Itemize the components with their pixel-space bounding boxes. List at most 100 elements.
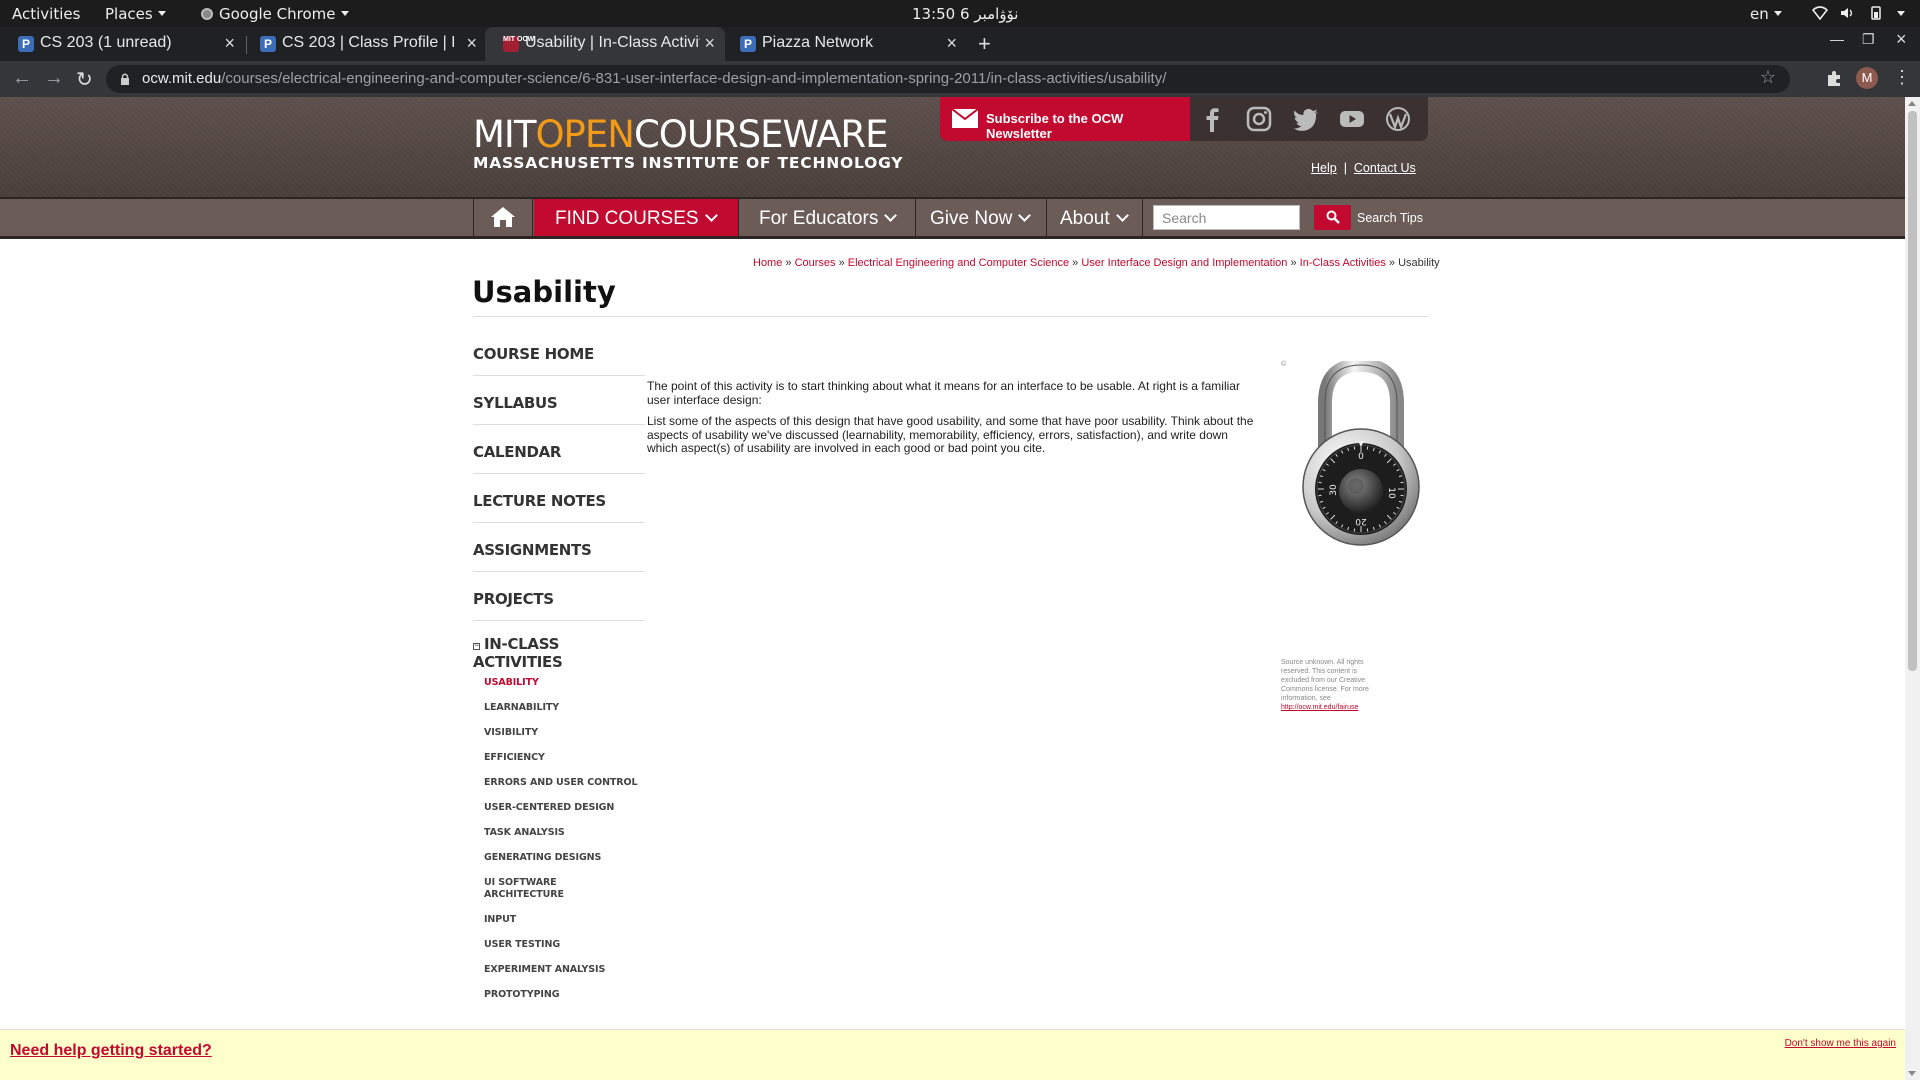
contact-us-link[interactable]: Contact Us [1354, 161, 1416, 175]
forward-icon[interactable]: → [44, 67, 64, 90]
restore-icon[interactable]: ❐ [1862, 31, 1875, 48]
battery-icon[interactable] [1868, 6, 1884, 20]
dial-number-30: 30 [1329, 484, 1339, 496]
back-icon[interactable]: ← [12, 67, 32, 90]
subnav-item-user-testing[interactable]: USER TESTING [484, 939, 645, 951]
sidebar-item-lecture-notes[interactable]: LECTURE NOTES [473, 474, 645, 523]
browser-tab[interactable]: P Piazza Network × [722, 27, 967, 61]
breadcrumb-current: Usability [1398, 257, 1440, 269]
close-tab-icon[interactable]: × [466, 33, 477, 54]
breadcrumb-course[interactable]: User Interface Design and Implementation [1081, 257, 1287, 269]
places-menu[interactable]: Places [105, 5, 166, 23]
newsletter-button[interactable]: Subscribe to the OCW Newsletter [940, 97, 1190, 141]
subnav-item-generating-designs[interactable]: GENERATING DESIGNS [484, 852, 645, 864]
sidebar-item-syllabus[interactable]: SYLLABUS [473, 376, 645, 425]
reload-icon[interactable]: ↻ [76, 67, 93, 92]
subnav-item-ui-software-architecture[interactable]: UI SOFTWARE ARCHITECTURE [484, 877, 564, 901]
breadcrumb-section[interactable]: In-Class Activities [1300, 257, 1386, 269]
breadcrumb-home[interactable]: Home [753, 257, 782, 269]
bookmark-star-icon[interactable]: ☆ [1760, 67, 1776, 88]
youtube-icon[interactable] [1338, 105, 1366, 133]
new-tab-icon[interactable]: + [978, 31, 991, 57]
subnav-item-user-centered-design[interactable]: USER-CENTERED DESIGN [484, 802, 645, 814]
app-menu-label: Google Chrome [219, 5, 336, 23]
scrollbar-thumb[interactable] [1908, 111, 1917, 671]
course-sidebar: COURSE HOME SYLLABUS CALENDAR LECTURE NO… [473, 327, 645, 1014]
volume-icon[interactable] [1840, 6, 1856, 20]
collapse-icon[interactable]: − [473, 643, 480, 650]
sidebar-item-assignments[interactable]: ASSIGNMENTS [473, 523, 645, 572]
twitter-icon[interactable] [1292, 105, 1320, 133]
activities-button[interactable]: Activities [12, 5, 80, 23]
language-indicator[interactable]: en [1750, 5, 1782, 23]
search-tips-link[interactable]: Search Tips [1357, 211, 1423, 225]
help-link[interactable]: Help [1311, 161, 1337, 175]
kebab-menu-icon[interactable]: ⋮ [1893, 67, 1911, 88]
address-bar[interactable]: ocw.mit.edu/courses/electrical-engineeri… [106, 65, 1790, 93]
sidebar-section-label: IN-CLASS ACTIVITIES [473, 635, 563, 671]
search-button[interactable] [1314, 205, 1351, 230]
dial-number-0: 0 [1358, 452, 1364, 462]
piazza-favicon-icon: P [260, 36, 276, 52]
subnav-item-errors[interactable]: ERRORS AND USER CONTROL [484, 777, 645, 789]
need-help-link[interactable]: Need help getting started? [10, 1042, 212, 1060]
breadcrumb-courses[interactable]: Courses [795, 257, 836, 269]
sidebar-item-projects[interactable]: PROJECTS [473, 572, 645, 621]
nav-home-button[interactable] [473, 199, 533, 236]
facebook-icon[interactable] [1198, 105, 1226, 133]
extensions-puzzle-icon[interactable] [1824, 68, 1844, 88]
subnav-item-visibility[interactable]: VISIBILITY [484, 727, 645, 739]
subnav-item-learnability[interactable]: LEARNABILITY [484, 702, 645, 714]
close-tab-icon[interactable]: × [704, 33, 715, 54]
page-scrollbar[interactable] [1905, 97, 1920, 1080]
subnav-item-efficiency[interactable]: EFFICIENCY [484, 752, 645, 764]
subnav-item-task-analysis[interactable]: TASK ANALYSIS [484, 827, 645, 839]
lock-icon[interactable] [120, 73, 130, 85]
minimize-icon[interactable]: — [1830, 31, 1844, 47]
breadcrumb-dept[interactable]: Electrical Engineering and Computer Scie… [848, 257, 1069, 269]
subnav-item-prototyping[interactable]: PROTOTYPING [484, 989, 645, 1001]
fairuse-link[interactable]: http://ocw.mit.edu/fairuse [1281, 704, 1358, 711]
logo-mit: MIT [473, 113, 536, 156]
browser-tab-active[interactable]: MIT OCW Usability | In-Class Activit × [485, 27, 725, 61]
system-top-bar: Activities Places Google Chrome 13:50 6 … [0, 0, 1920, 27]
wordpress-icon[interactable] [1384, 105, 1412, 133]
subnav-item-usability[interactable]: USABILITY [484, 677, 645, 689]
instagram-icon[interactable] [1245, 105, 1273, 133]
sidebar-item-in-class-activities[interactable]: − IN-CLASS ACTIVITIES [473, 635, 645, 671]
ocw-header: MITOPENCOURSEWARE MASSACHUSETTS INSTITUT… [0, 97, 1905, 197]
close-tab-icon[interactable]: × [224, 33, 235, 54]
sidebar-item-calendar[interactable]: CALENDAR [473, 425, 645, 474]
chevron-down-icon [1018, 209, 1032, 222]
combination-padlock-image[interactable]: 0 10 20 30 [1301, 361, 1421, 546]
breadcrumb-separator: » [1069, 257, 1082, 269]
nav-find-courses[interactable]: FIND COURSES [534, 199, 739, 236]
logo-subtitle: MASSACHUSETTS INSTITUTE OF TECHNOLOGY [473, 154, 904, 172]
browser-tab[interactable]: P CS 203 | Class Profile | P × [242, 27, 487, 61]
clock[interactable]: 13:50 6 نۆۋامبر [912, 5, 1019, 23]
app-menu[interactable]: Google Chrome [201, 5, 349, 23]
subnav-item-experiment-analysis[interactable]: EXPERIMENT ANALYSIS [484, 964, 645, 976]
dismiss-help-link[interactable]: Don't show me this again [1785, 1038, 1896, 1049]
close-tab-icon[interactable]: × [946, 33, 957, 54]
wifi-icon[interactable] [1812, 6, 1828, 20]
sidebar-item-course-home[interactable]: COURSE HOME [473, 327, 645, 376]
link-separator: | [1343, 161, 1347, 175]
url-path: /courses/electrical-engineering-and-comp… [221, 70, 1167, 87]
nav-give-now[interactable]: Give Now [917, 199, 1047, 236]
profile-avatar[interactable]: M [1856, 67, 1878, 89]
nav-for-educators[interactable]: For Educators [740, 199, 916, 236]
subnav-item-input[interactable]: INPUT [484, 914, 645, 926]
close-window-icon[interactable]: × [1896, 29, 1907, 50]
main-nav: FIND COURSES For Educators Give Now Abou… [0, 197, 1905, 239]
chevron-down-icon [884, 209, 898, 222]
nav-about[interactable]: About [1048, 199, 1143, 236]
nav-about-label: About [1060, 208, 1110, 229]
piazza-favicon-icon: P [18, 36, 34, 52]
system-menu[interactable] [1892, 5, 1905, 23]
browser-tab[interactable]: P CS 203 (1 unread) × [0, 27, 245, 61]
scroll-up-icon[interactable] [1908, 101, 1916, 106]
ocw-logo[interactable]: MITOPENCOURSEWARE MASSACHUSETTS INSTITUT… [473, 113, 904, 173]
scroll-down-icon[interactable] [1908, 1071, 1916, 1076]
search-input[interactable]: Search [1153, 205, 1300, 230]
